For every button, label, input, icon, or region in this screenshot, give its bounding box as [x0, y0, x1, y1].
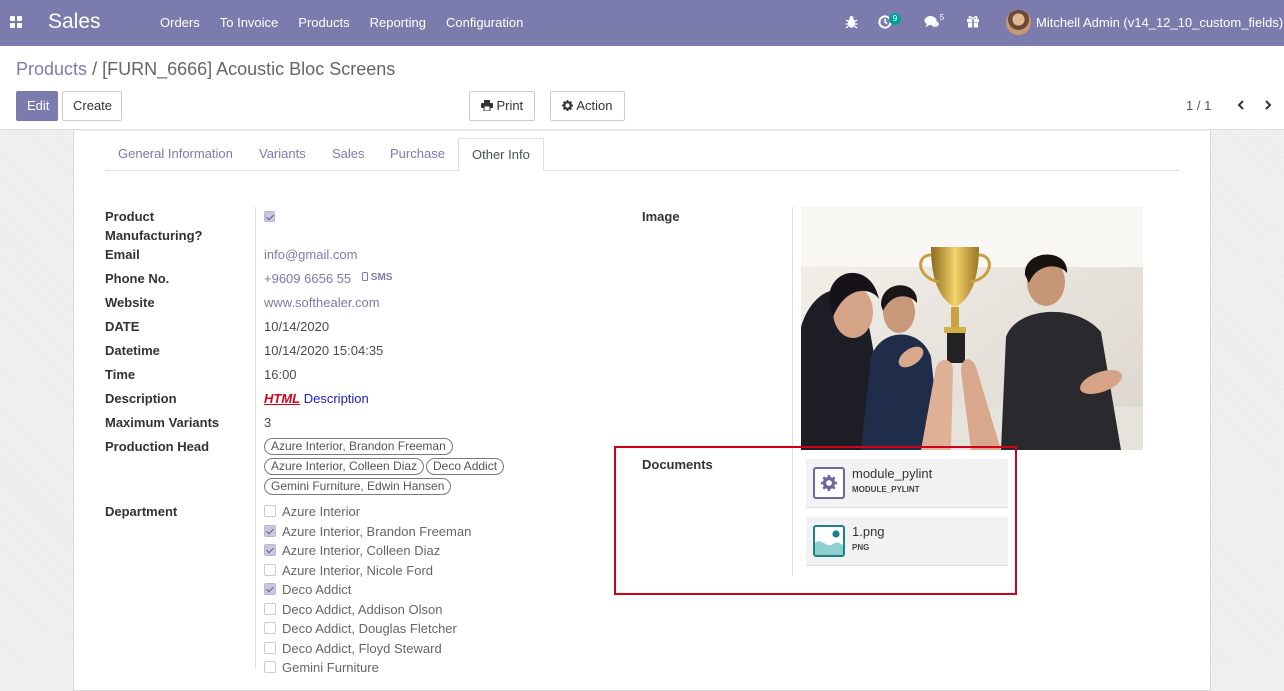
label-separator [255, 207, 256, 669]
tab-other-info[interactable]: Other Info [458, 138, 544, 171]
breadcrumb-current: [FURN_6666] Acoustic Bloc Screens [102, 59, 396, 79]
time-label: Time [105, 367, 136, 382]
department-option-label: Deco Addict, Addison Olson [282, 602, 443, 617]
breadcrumb-products-link[interactable]: Products [16, 59, 87, 79]
max-variants-value: 3 [264, 415, 272, 430]
department-option-label: Azure Interior, Colleen Diaz [282, 543, 441, 558]
datetime-value: 10/14/2020 15:04:35 [264, 343, 384, 358]
pager-previous-icon[interactable] [1236, 100, 1246, 110]
department-label: Department [105, 504, 178, 519]
sms-button[interactable]: SMS [362, 272, 392, 283]
menu-to-invoice[interactable]: To Invoice [210, 0, 289, 46]
breadcrumb: Products / [FURN_6666] Acoustic Bloc Scr… [16, 59, 395, 80]
production-head-label: Production Head [105, 439, 210, 454]
create-button[interactable]: Create [62, 91, 122, 121]
tab-general-information[interactable]: General Information [105, 138, 246, 171]
menu-orders[interactable]: Orders [150, 0, 210, 46]
max-variants-label: Maximum Variants [105, 415, 220, 430]
description-label: Description [105, 391, 177, 406]
trophy-celebration-illustration [801, 207, 1143, 450]
description-html-text: HTML [264, 391, 301, 406]
notebook-tabs: General Information Variants Sales Purch… [105, 138, 1179, 171]
app-name[interactable]: Sales [48, 10, 101, 34]
department-option-label: Deco Addict, Douglas Fletcher [282, 621, 457, 636]
pager-next-icon[interactable] [1263, 100, 1273, 110]
department-option-label: Azure Interior [282, 504, 361, 519]
production-head-tag[interactable]: Azure Interior, Brandon Freeman [264, 438, 453, 455]
department-option-label: Gemini Furniture [282, 660, 379, 675]
date-label: DATE [105, 319, 140, 334]
phone-label: Phone No. [105, 271, 170, 286]
date-value: 10/14/2020 [264, 319, 330, 334]
product-manufacturing-label: Product [105, 209, 155, 224]
product-manufacturing-label-line2: Manufacturing? [105, 228, 203, 243]
production-head-tag[interactable]: Deco Addict [426, 458, 505, 475]
time-value: 16:00 [264, 367, 297, 382]
department-checkbox[interactable] [264, 642, 276, 654]
product-manufacturing-checkbox[interactable] [264, 211, 275, 222]
department-checkbox[interactable] [264, 603, 276, 615]
main-menu: Orders To Invoice Products Reporting Con… [150, 0, 533, 46]
department-option-label: Deco Addict [282, 582, 352, 597]
department-checkbox[interactable] [264, 525, 276, 537]
activity-count-badge: 9 [889, 13, 901, 25]
department-option-label: Azure Interior, Brandon Freeman [282, 524, 472, 539]
website-value[interactable]: www.softhealer.com [264, 295, 380, 310]
production-head-tag[interactable]: Gemini Furniture, Edwin Hansen [264, 478, 452, 495]
description-text: Description [303, 391, 369, 406]
phone-value[interactable]: +9609 6656 55 [264, 271, 351, 286]
pager-value[interactable]: 1 / 1 [1186, 98, 1211, 113]
department-checkbox[interactable] [264, 583, 276, 595]
gift-icon[interactable] [966, 14, 980, 28]
action-button[interactable]: Action [550, 91, 625, 121]
email-label: Email [105, 247, 140, 262]
user-menu[interactable]: Mitchell Admin (v14_12_10_custom_fields) [1036, 15, 1283, 30]
department-checkbox[interactable] [264, 661, 276, 673]
breadcrumb-separator: / [92, 59, 98, 79]
print-button-label: Print [496, 98, 524, 113]
control-panel: Products / [FURN_6666] Acoustic Bloc Scr… [0, 46, 1284, 130]
datetime-label: Datetime [105, 343, 160, 358]
tab-purchase[interactable]: Purchase [377, 138, 458, 171]
department-checkbox[interactable] [264, 564, 276, 576]
department-checkbox[interactable] [264, 544, 276, 556]
top-navbar: Sales Orders To Invoice Products Reporti… [0, 0, 1284, 46]
tab-variants[interactable]: Variants [246, 138, 319, 171]
print-button[interactable]: Print [469, 91, 535, 121]
website-label: Website [105, 295, 155, 310]
department-option-label: Azure Interior, Nicole Ford [282, 563, 434, 578]
user-avatar[interactable] [1006, 10, 1031, 35]
apps-menu-icon[interactable] [10, 16, 23, 29]
description-value: HTML Description [264, 391, 369, 406]
action-button-label: Action [576, 98, 613, 113]
edit-button[interactable]: Edit [16, 91, 58, 121]
menu-products[interactable]: Products [288, 0, 359, 46]
department-checkbox[interactable] [264, 505, 276, 517]
messages-count-badge: 5 [939, 13, 945, 22]
menu-reporting[interactable]: Reporting [360, 0, 436, 46]
printer-icon [480, 100, 493, 112]
department-checkbox[interactable] [264, 622, 276, 634]
bug-icon[interactable] [845, 15, 858, 29]
email-value[interactable]: info@gmail.com [264, 247, 357, 262]
highlight-box [614, 446, 1017, 595]
mobile-phone-icon [362, 272, 368, 281]
product-image[interactable] [801, 207, 1143, 450]
tab-sales[interactable]: Sales [319, 138, 378, 171]
image-label: Image [642, 209, 680, 224]
sms-label: SMS [370, 272, 393, 283]
menu-configuration[interactable]: Configuration [436, 0, 533, 46]
gear-icon [562, 100, 574, 111]
department-option-label: Deco Addict, Floyd Steward [282, 641, 442, 656]
production-head-tag[interactable]: Azure Interior, Colleen Diaz [264, 458, 425, 475]
